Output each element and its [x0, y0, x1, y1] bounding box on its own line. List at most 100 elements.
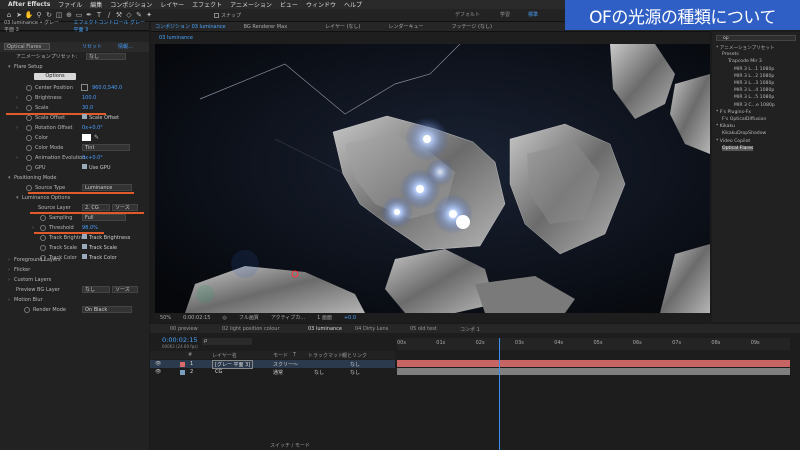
zoom-dropdown[interactable]: 50%: [160, 315, 171, 321]
workspace-default[interactable]: デフォルト: [455, 11, 480, 18]
eye-icon[interactable]: 👁: [155, 369, 161, 375]
menu-window[interactable]: ウィンドウ: [306, 0, 336, 9]
menu-view[interactable]: ビュー: [280, 0, 298, 9]
effect-name-field[interactable]: Optical Flares: [4, 43, 50, 51]
tab-project[interactable]: 03 luminance • グレー 平面 3: [4, 19, 65, 33]
menu-help[interactable]: ヘルプ: [344, 0, 362, 9]
layer-parent-dropdown[interactable]: なし: [350, 361, 360, 368]
eyedropper-icon[interactable]: ✎: [94, 134, 99, 141]
menu-layer[interactable]: レイヤー: [160, 0, 184, 9]
tab-bg-renderer[interactable]: BG Renderer Max: [244, 24, 288, 30]
preset-tree-item[interactable]: MIR 3 L...2 1080p: [734, 74, 774, 79]
layer-mode-dropdown[interactable]: スクリー～: [273, 361, 298, 368]
stopwatch-icon[interactable]: [40, 234, 46, 241]
view-layout-dropdown[interactable]: 1 画面: [317, 314, 332, 321]
render-mode-dropdown[interactable]: On Black: [82, 306, 132, 313]
switches-modes-toggle[interactable]: スイッチ / モード: [270, 442, 310, 449]
snap-checkbox[interactable]: [214, 12, 219, 18]
active-camera-dropdown[interactable]: アクティブカ...: [271, 314, 305, 321]
layer-bar-2[interactable]: [397, 368, 790, 375]
stopwatch-icon[interactable]: [40, 224, 46, 231]
use-gpu-checkbox[interactable]: [82, 164, 87, 170]
preset-tree-item[interactable]: Optical Flares: [722, 145, 754, 151]
tab-effect-controls[interactable]: エフェクトコントロール グレー 平面 3: [73, 19, 149, 33]
stopwatch-icon[interactable]: [40, 214, 46, 221]
layer-mode-dropdown[interactable]: 通常: [273, 369, 283, 376]
label-color-swatch[interactable]: [180, 361, 185, 367]
menu-animation[interactable]: アニメーション: [230, 0, 272, 9]
threshold-value[interactable]: 98.0%: [82, 225, 98, 231]
crosshair-icon[interactable]: [81, 84, 88, 92]
layer-search-input[interactable]: ρ: [202, 338, 252, 345]
scale-value[interactable]: 30.0: [82, 105, 93, 111]
playhead[interactable]: [499, 338, 501, 450]
color-swatch[interactable]: [82, 134, 91, 142]
stopwatch-icon[interactable]: [40, 244, 46, 251]
source-layer-dropdown[interactable]: 2. CG: [82, 204, 110, 211]
preset-dropdown[interactable]: なし: [86, 53, 126, 60]
tab-render-queue[interactable]: レンダーキュー: [389, 23, 424, 30]
brightness-value[interactable]: 100.0: [82, 95, 96, 101]
source-type-dropdown[interactable]: Luminance: [82, 184, 132, 191]
stopwatch-icon[interactable]: [26, 84, 32, 91]
stopwatch-icon[interactable]: [26, 154, 32, 161]
tab-05-old[interactable]: 05 old test: [410, 326, 437, 332]
stopwatch-icon[interactable]: [26, 124, 32, 131]
tab-04-dirty[interactable]: 04 Dirty Lens: [355, 326, 388, 332]
rotation-offset-value[interactable]: 0x+0.0°: [82, 125, 103, 131]
preset-tree-item[interactable]: MIR 3 L...3 1080p: [734, 81, 774, 86]
preset-tree-item[interactable]: KikakuDropShadow: [722, 131, 766, 136]
tab-footage[interactable]: フッテージ (なし): [452, 23, 492, 30]
workspace-standard[interactable]: 標準: [528, 11, 538, 18]
preset-tree-item[interactable]: Presets: [722, 52, 739, 57]
about-link[interactable]: 情報...: [118, 43, 133, 50]
menu-edit[interactable]: 編集: [90, 0, 102, 9]
layer-name[interactable]: CG: [215, 369, 222, 375]
track-scale-checkbox[interactable]: [82, 244, 87, 250]
effects-search-input[interactable]: op: [716, 35, 796, 41]
scale-offset-checkbox[interactable]: [82, 114, 87, 120]
stopwatch-icon[interactable]: [26, 184, 32, 191]
table-row[interactable]: 👁 1 [グレー 平面 3] スクリー～ なし: [150, 359, 395, 369]
preset-tree-item[interactable]: * Video Copilot: [716, 139, 750, 144]
exposure-value[interactable]: +0.0: [344, 315, 356, 321]
options-button[interactable]: Options: [34, 73, 76, 81]
stopwatch-icon[interactable]: [26, 104, 32, 111]
preview-bg-dropdown[interactable]: なし: [82, 286, 110, 293]
stopwatch-icon[interactable]: [26, 134, 32, 141]
comp-name-tab[interactable]: 03 luminance: [151, 32, 710, 44]
layer-matte-dropdown[interactable]: なし: [314, 369, 324, 376]
sampling-dropdown[interactable]: Full: [82, 214, 126, 221]
preset-tree-item[interactable]: MIR 3 L...1 1080p: [734, 67, 774, 72]
tab-03-luminance[interactable]: 03 luminance: [308, 326, 342, 332]
menu-effect[interactable]: エフェクト: [192, 0, 222, 9]
tab-02-light[interactable]: 02 light position colour: [222, 326, 280, 332]
preset-tree-item[interactable]: MIR 3 C...e 1080p: [734, 103, 775, 108]
composition-viewer[interactable]: [155, 44, 710, 313]
time-ruler[interactable]: 00s 01s 02s 03s 04s 05s 06s 07s 08s 09s: [397, 338, 790, 350]
preset-tree-item[interactable]: Trapcode Mir 3: [728, 59, 762, 64]
preset-tree-item[interactable]: MIR 3 L...5 1080p: [734, 95, 774, 100]
stopwatch-icon[interactable]: [26, 164, 32, 171]
preset-tree-item[interactable]: F's OpticalDiffusion: [722, 117, 766, 122]
eye-icon[interactable]: 👁: [155, 361, 161, 367]
center-position-value[interactable]: 960.0,540.0: [92, 85, 122, 91]
stopwatch-icon[interactable]: [26, 94, 32, 101]
stopwatch-icon[interactable]: [26, 144, 32, 151]
reset-link[interactable]: リセット: [82, 43, 102, 50]
menu-composition[interactable]: コンポジション: [110, 0, 152, 9]
table-row[interactable]: 👁 2 CG 通常 なし なし: [150, 368, 395, 376]
stopwatch-icon[interactable]: [26, 114, 32, 121]
preview-bg-mode-dropdown[interactable]: ソース: [112, 286, 138, 293]
camera-icon[interactable]: ◎: [222, 315, 226, 321]
layer-parent-dropdown[interactable]: なし: [350, 369, 360, 376]
preset-tree-item[interactable]: * アニメーションプリセット: [716, 45, 775, 51]
preset-tree-item[interactable]: * F's Plugins-Fx: [716, 110, 751, 115]
resolution-dropdown[interactable]: フル画質: [239, 314, 259, 321]
layer-bar-1[interactable]: [397, 360, 790, 367]
tab-comp-1[interactable]: コンポ 1: [460, 326, 480, 333]
tab-composition[interactable]: コンポジション 03 luminance: [155, 23, 226, 30]
workspace-learn[interactable]: 学習: [500, 11, 510, 18]
preset-tree-item[interactable]: * Kikaku: [716, 124, 735, 129]
timeline-timecode[interactable]: 0:00:02:15: [162, 336, 198, 344]
